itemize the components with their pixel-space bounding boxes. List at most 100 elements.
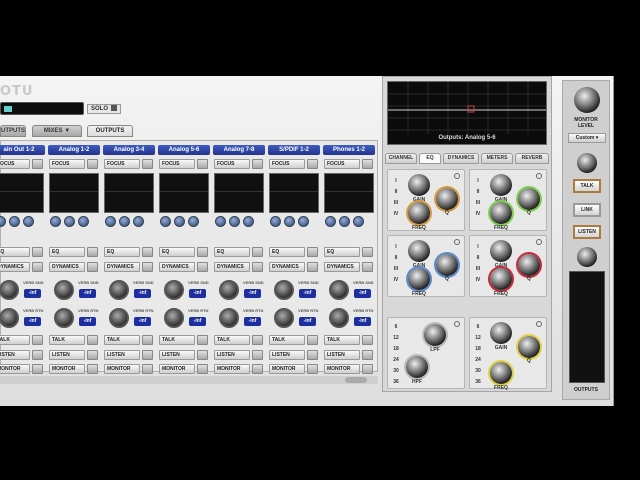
verb-return-knob[interactable] <box>0 308 19 328</box>
dynamics-button[interactable]: DYNAMICS <box>159 262 195 272</box>
band-shape[interactable]: II <box>391 255 401 261</box>
width-knob[interactable] <box>23 216 34 227</box>
listen-toggle[interactable] <box>32 350 43 360</box>
band-shape[interactable]: IV <box>391 277 401 283</box>
verb-send-knob[interactable] <box>0 280 19 300</box>
power-icon[interactable] <box>536 173 542 179</box>
monitor-toggle[interactable] <box>252 364 263 374</box>
filter-slope[interactable]: 24 <box>473 357 483 363</box>
hpf-knob[interactable]: HPF <box>406 356 428 385</box>
dynamics-toggle[interactable] <box>87 262 98 272</box>
q-knob[interactable]: Q <box>518 188 540 216</box>
width-knob[interactable] <box>133 216 144 227</box>
verb-send-knob[interactable] <box>219 280 239 300</box>
channel-name[interactable]: ain Out 1-2 <box>0 145 45 155</box>
lpf-knob[interactable]: LPF <box>424 324 446 353</box>
focus-toggle[interactable] <box>307 159 318 169</box>
focus-toggle[interactable] <box>362 159 373 169</box>
dynamics-button[interactable]: DYNAMICS <box>0 262 30 272</box>
monitor-toggle[interactable] <box>32 364 43 374</box>
talk-button[interactable]: TALK <box>49 335 85 345</box>
focus-button[interactable]: FOCUS <box>324 159 360 169</box>
dynamics-button[interactable]: DYNAMICS <box>269 262 305 272</box>
band-shape[interactable]: II <box>391 189 401 195</box>
filter-slope[interactable]: 24 <box>391 357 401 363</box>
pan-knob[interactable] <box>119 216 130 227</box>
talk-toggle[interactable] <box>32 335 43 345</box>
listen-toggle[interactable] <box>87 350 98 360</box>
width-knob[interactable] <box>78 216 89 227</box>
listen-button[interactable]: LISTEN <box>104 350 140 360</box>
band-shape[interactable]: I <box>391 244 401 250</box>
channel-name[interactable]: Analog 1-2 <box>48 145 100 155</box>
link-button[interactable]: LINK <box>573 203 601 217</box>
trim-knob[interactable] <box>270 216 281 227</box>
listen-button[interactable]: LISTEN <box>324 350 360 360</box>
channel-name[interactable]: Analog 5-6 <box>158 145 210 155</box>
band-shape[interactable]: III <box>391 266 401 272</box>
monitor-toggle[interactable] <box>307 364 318 374</box>
filter-slope[interactable]: 30 <box>473 368 483 374</box>
verb-return-knob[interactable] <box>219 308 239 328</box>
band-shape[interactable]: II <box>473 255 483 261</box>
filter-slope[interactable]: 12 <box>391 335 401 341</box>
band-shape[interactable]: III <box>473 200 483 206</box>
freq-knob[interactable]: FREQ <box>490 268 512 297</box>
power-icon[interactable] <box>454 173 460 179</box>
pan-knob[interactable] <box>64 216 75 227</box>
horizontal-scrollbar[interactable] <box>0 376 378 384</box>
band-shape[interactable]: I <box>473 244 483 250</box>
trim-knob[interactable] <box>325 216 336 227</box>
listen-button[interactable]: LISTEN <box>49 350 85 360</box>
freq-knob[interactable]: FREQ <box>490 202 512 231</box>
eq-toggle[interactable] <box>362 247 373 257</box>
eq-button[interactable]: EQ <box>159 247 195 257</box>
focus-button[interactable]: FOCUS <box>214 159 250 169</box>
eq-button[interactable]: EQ <box>324 247 360 257</box>
channel-name[interactable]: Analog 3-4 <box>103 145 155 155</box>
eq-toggle[interactable] <box>197 247 208 257</box>
filter-slope[interactable]: 30 <box>391 368 401 374</box>
listen-toggle[interactable] <box>362 350 373 360</box>
gain-knob[interactable]: GAIN <box>490 240 512 269</box>
power-icon[interactable] <box>454 239 460 245</box>
listen-button[interactable]: LISTEN <box>0 350 30 360</box>
talk-button[interactable]: TALK <box>324 335 360 345</box>
talk-toggle[interactable] <box>307 335 318 345</box>
monitor-toggle[interactable] <box>197 364 208 374</box>
filter-slope[interactable]: 6 <box>473 324 483 330</box>
power-icon[interactable] <box>536 321 542 327</box>
focus-toggle[interactable] <box>252 159 263 169</box>
listen-toggle[interactable] <box>307 350 318 360</box>
gain-knob[interactable]: GAIN <box>490 174 512 203</box>
gain-knob[interactable]: GAIN <box>408 174 430 203</box>
focus-toggle[interactable] <box>142 159 153 169</box>
eq-toggle[interactable] <box>307 247 318 257</box>
filter-slope[interactable]: 18 <box>473 346 483 352</box>
monitor-level-knob[interactable] <box>574 87 600 113</box>
focus-toggle[interactable] <box>32 159 43 169</box>
band-shape[interactable]: II <box>473 189 483 195</box>
dynamics-button[interactable]: DYNAMICS <box>104 262 140 272</box>
filter-slope[interactable]: 12 <box>473 335 483 341</box>
gain-knob[interactable]: GAIN <box>490 322 512 351</box>
pan-knob[interactable] <box>229 216 240 227</box>
eq-button[interactable]: EQ <box>0 247 30 257</box>
eq-toggle[interactable] <box>87 247 98 257</box>
solo-indicator[interactable]: SOLO <box>87 104 122 114</box>
monitor-button[interactable]: MONITOR <box>49 364 85 374</box>
dynamics-toggle[interactable] <box>307 262 318 272</box>
freq-knob[interactable]: FREQ <box>408 202 430 231</box>
verb-return-knob[interactable] <box>54 308 74 328</box>
band-shape[interactable]: I <box>473 178 483 184</box>
listen-toggle[interactable] <box>197 350 208 360</box>
listen-button[interactable]: LISTEN <box>214 350 250 360</box>
verb-send-knob[interactable] <box>329 280 349 300</box>
trim-knob[interactable] <box>215 216 226 227</box>
dynamics-button[interactable]: DYNAMICS <box>324 262 360 272</box>
verb-send-knob[interactable] <box>54 280 74 300</box>
listen-toggle[interactable] <box>142 350 153 360</box>
gain-knob[interactable]: GAIN <box>408 240 430 269</box>
monitor-button[interactable]: MONITOR <box>104 364 140 374</box>
dynamics-toggle[interactable] <box>32 262 43 272</box>
